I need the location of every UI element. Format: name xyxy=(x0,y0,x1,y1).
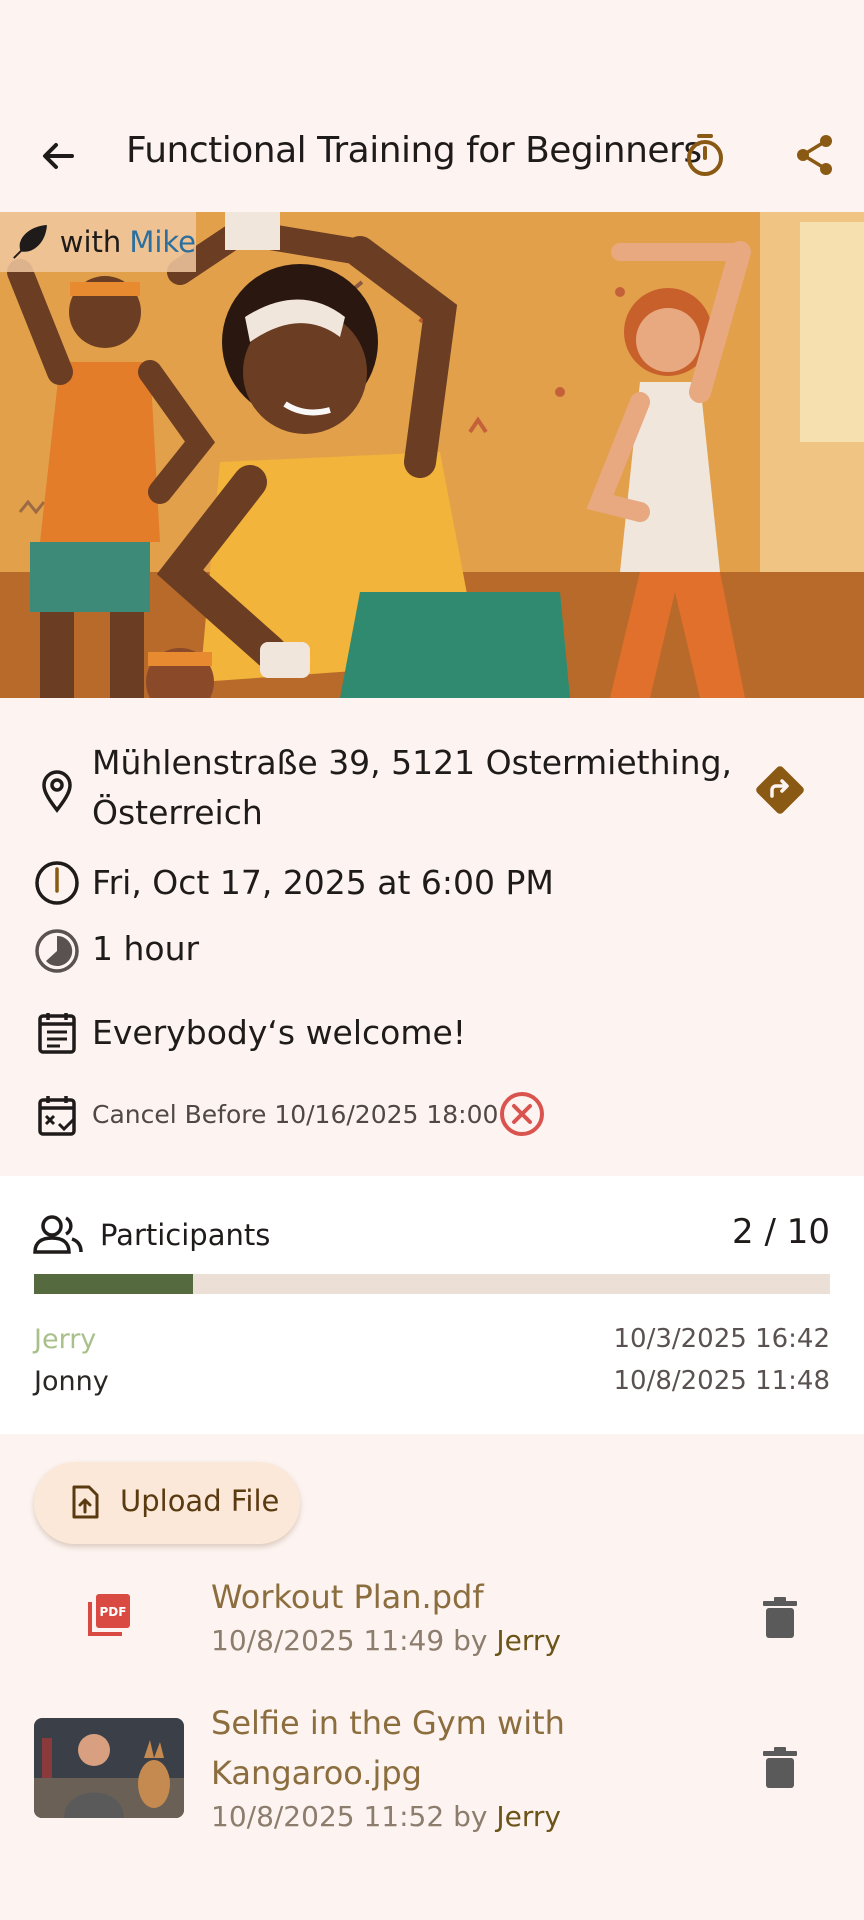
file-uploader: Jerry xyxy=(496,1624,561,1657)
file-name-line-1: Selfie in the Gym with xyxy=(211,1704,565,1742)
file-item[interactable]: Selfie in the Gym with Kangaroo.jpg 10/8… xyxy=(0,1698,864,1848)
calendar-cancel-icon xyxy=(38,1096,76,1136)
participants-card: Participants 2 / 10 Jerry 10/3/2025 16:4… xyxy=(0,1176,864,1434)
people-icon xyxy=(33,1215,83,1254)
file-upload-icon xyxy=(72,1485,99,1519)
file-meta: 10/8/2025 11:49 by Jerry xyxy=(211,1624,561,1657)
file-name: Selfie in the Gym with Kangaroo.jpg xyxy=(211,1698,565,1798)
instructor-badge: with Mike xyxy=(0,212,196,272)
trash-icon[interactable] xyxy=(762,1746,798,1790)
duration-row: 1 hour xyxy=(0,924,864,974)
trash-icon[interactable] xyxy=(762,1596,798,1640)
file-by: by xyxy=(453,1800,488,1833)
file-by: by xyxy=(453,1624,488,1657)
duration-text: 1 hour xyxy=(92,929,200,968)
description-text: Everybody‘s welcome! xyxy=(92,1013,467,1052)
participant-row[interactable]: Jonny 10/8/2025 11:48 xyxy=(34,1366,830,1406)
upload-file-button[interactable]: Upload File xyxy=(34,1462,300,1544)
notes-icon xyxy=(38,1013,76,1054)
page-title: Functional Training for Beginners xyxy=(126,130,702,171)
participant-date: 10/3/2025 16:42 xyxy=(613,1324,830,1354)
address-line-2: Österreich xyxy=(92,793,263,832)
svg-text:PDF: PDF xyxy=(100,1605,127,1619)
progress-fill xyxy=(34,1274,194,1294)
participants-progress-bar xyxy=(34,1274,830,1294)
file-item[interactable]: PDF Workout Plan.pdf 10/8/2025 11:49 by … xyxy=(0,1572,864,1672)
participant-row[interactable]: Jerry 10/3/2025 16:42 xyxy=(34,1324,830,1364)
file-meta: 10/8/2025 11:52 by Jerry xyxy=(211,1800,561,1833)
with-label: with xyxy=(59,225,122,259)
participant-name: Jerry xyxy=(34,1324,97,1355)
pdf-icon: PDF xyxy=(88,1594,130,1636)
participants-title: Participants xyxy=(100,1218,271,1252)
app-bar: Functional Training for Beginners xyxy=(0,118,864,192)
cancel-row: Cancel Before 10/16/2025 18:00 xyxy=(0,1090,864,1138)
address-line-1: Mühlenstraße 39, 5121 Ostermiething, xyxy=(92,743,733,782)
duration-pie-icon xyxy=(35,929,79,973)
file-uploader: Jerry xyxy=(496,1800,561,1833)
participant-date: 10/8/2025 11:48 xyxy=(613,1366,830,1396)
image-thumbnail xyxy=(34,1718,184,1818)
dancers-illustration xyxy=(0,212,864,698)
address-text: Mühlenstraße 39, 5121 Ostermiething, Öst… xyxy=(92,738,732,838)
directions-icon[interactable] xyxy=(754,764,806,816)
file-name: Workout Plan.pdf xyxy=(211,1578,484,1616)
clock-icon xyxy=(35,861,79,905)
feather-icon xyxy=(13,224,47,259)
location-pin-icon xyxy=(42,770,72,813)
share-icon[interactable] xyxy=(790,130,840,180)
file-date: 10/8/2025 11:49 xyxy=(211,1624,445,1657)
file-name-line-2: Kangaroo.jpg xyxy=(211,1754,422,1792)
cancel-deadline-text: Cancel Before 10/16/2025 18:00 xyxy=(92,1100,499,1129)
address-row: Mühlenstraße 39, 5121 Ostermiething, Öst… xyxy=(0,738,864,848)
stopwatch-icon[interactable] xyxy=(680,130,730,180)
file-date: 10/8/2025 11:52 xyxy=(211,1800,445,1833)
datetime-text: Fri, Oct 17, 2025 at 6:00 PM xyxy=(92,863,554,902)
datetime-row: Fri, Oct 17, 2025 at 6:00 PM xyxy=(0,858,864,908)
arrow-left-icon[interactable] xyxy=(36,134,80,178)
cancel-icon[interactable] xyxy=(498,1090,546,1138)
upload-file-label: Upload File xyxy=(120,1484,280,1518)
participants-count: 2 / 10 xyxy=(732,1212,830,1252)
participant-name: Jonny xyxy=(34,1366,109,1397)
event-image xyxy=(0,212,864,698)
instructor-name[interactable]: Mike xyxy=(129,225,196,259)
description-row: Everybody‘s welcome! xyxy=(0,1008,864,1058)
